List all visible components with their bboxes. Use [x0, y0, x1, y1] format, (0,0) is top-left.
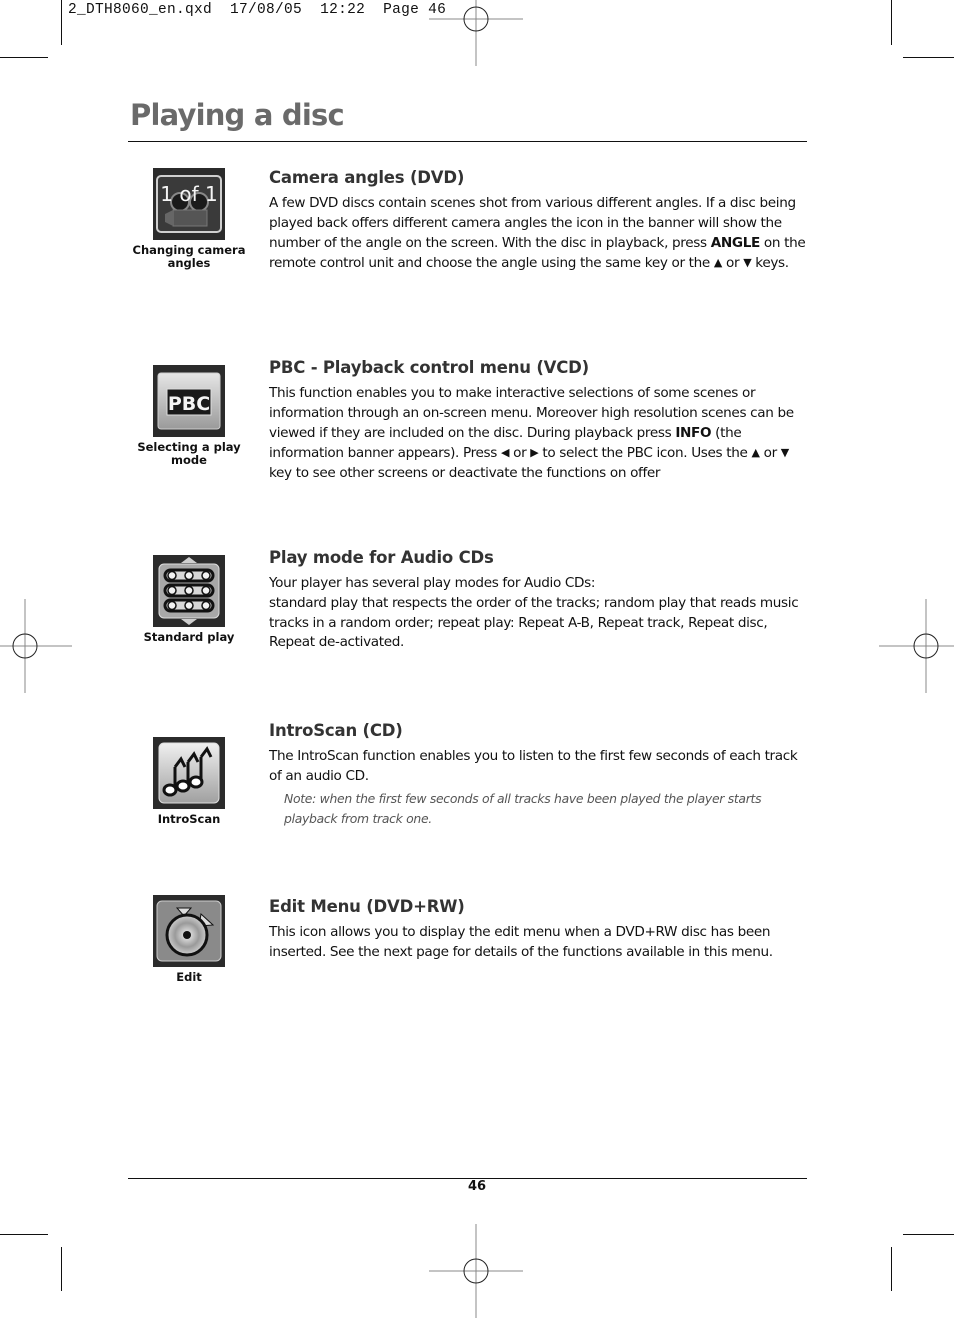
icon-label: PBC — [168, 393, 210, 415]
icon-label: 1 of 1 — [160, 182, 217, 206]
slug-filename: 2_DTH8060_en.qxd — [68, 2, 213, 18]
section-body: A few DVD discs contain scenes shot from… — [269, 195, 806, 272]
icon-caption: Selecting a play mode — [137, 440, 241, 467]
section-body: The IntroScan function enables you to li… — [269, 748, 798, 784]
crop-mark-br-h — [903, 1234, 954, 1235]
page-number: 46 — [467, 1179, 487, 1194]
left-arrow-icon: ◀ — [501, 446, 510, 460]
section-heading: Play mode for Audio CDs — [269, 548, 494, 567]
icon-caption: Standard play — [143, 630, 235, 644]
crop-mark-tl-h — [0, 57, 48, 58]
crop-mark-tr-h — [903, 57, 954, 58]
crop-mark-br-v — [891, 1247, 892, 1291]
up-arrow-icon: ▲ — [713, 256, 723, 270]
text-column: IntroScan (CD) The IntroScan function en… — [269, 721, 809, 829]
body-line: standard play that respects the order of… — [269, 594, 799, 651]
slug-time: 12:22 — [320, 2, 366, 18]
text-column: Camera angles (DVD) A few DVD discs cont… — [269, 168, 809, 274]
icon-column: 1 of 1 Changing camera angles — [128, 168, 250, 270]
edit-disc-icon — [153, 895, 225, 967]
icon-column: Edit — [128, 895, 250, 984]
slug-date: 17/08/05 — [230, 2, 303, 18]
crop-mark-tr-v — [891, 0, 892, 45]
down-arrow-icon: ▼ — [780, 446, 789, 460]
crop-mark-bl-v — [61, 1247, 62, 1291]
icon-column: Standard play — [128, 555, 250, 644]
section-heading: IntroScan (CD) — [269, 721, 403, 740]
section-heading: Edit Menu (DVD+RW) — [269, 897, 465, 916]
registration-mark-top — [429, 0, 523, 66]
section-body: This function enables you to make intera… — [269, 385, 794, 482]
pbc-icon: PBC — [153, 365, 225, 437]
icon-column: IntroScan — [128, 737, 250, 826]
page-title: Playing a disc — [130, 98, 345, 132]
body-line: Your player has several play modes for A… — [269, 575, 596, 591]
introscan-music-notes-icon — [153, 737, 225, 809]
crop-mark-tl-v — [61, 0, 62, 45]
section-body: This icon allows you to display the edit… — [269, 924, 773, 960]
print-slug: 2_DTH8060_en.qxd 17/08/05 12:22 Page 46 — [68, 2, 446, 18]
section-heading: Camera angles (DVD) — [269, 168, 465, 187]
key-angle: ANGLE — [710, 234, 761, 251]
section-note: Note: when the first few seconds of all … — [284, 790, 762, 826]
standard-play-icon — [153, 555, 225, 627]
crop-mark-bl-h — [0, 1234, 48, 1235]
text-column: PBC - Playback control menu (VCD) This f… — [269, 358, 809, 484]
section-heading: PBC - Playback control menu (VCD) — [269, 358, 589, 377]
registration-mark-bottom — [429, 1224, 523, 1318]
icon-caption: Edit — [176, 970, 202, 984]
up-arrow-icon: ▲ — [751, 446, 760, 460]
icon-caption: IntroScan — [157, 812, 221, 826]
icon-caption: Changing camera angles — [132, 243, 246, 270]
key-info: INFO — [675, 424, 712, 441]
text-column: Edit Menu (DVD+RW) This icon allows you … — [269, 897, 809, 963]
title-rule — [128, 141, 807, 142]
registration-mark-right — [879, 599, 954, 693]
section-body: Your player has several play modes for A… — [269, 574, 809, 653]
text-column: Play mode for Audio CDs Your player has … — [269, 548, 809, 653]
icon-column: PBC Selecting a play mode — [128, 365, 250, 467]
registration-mark-left — [0, 599, 72, 693]
camera-angle-icon: 1 of 1 — [153, 168, 225, 240]
